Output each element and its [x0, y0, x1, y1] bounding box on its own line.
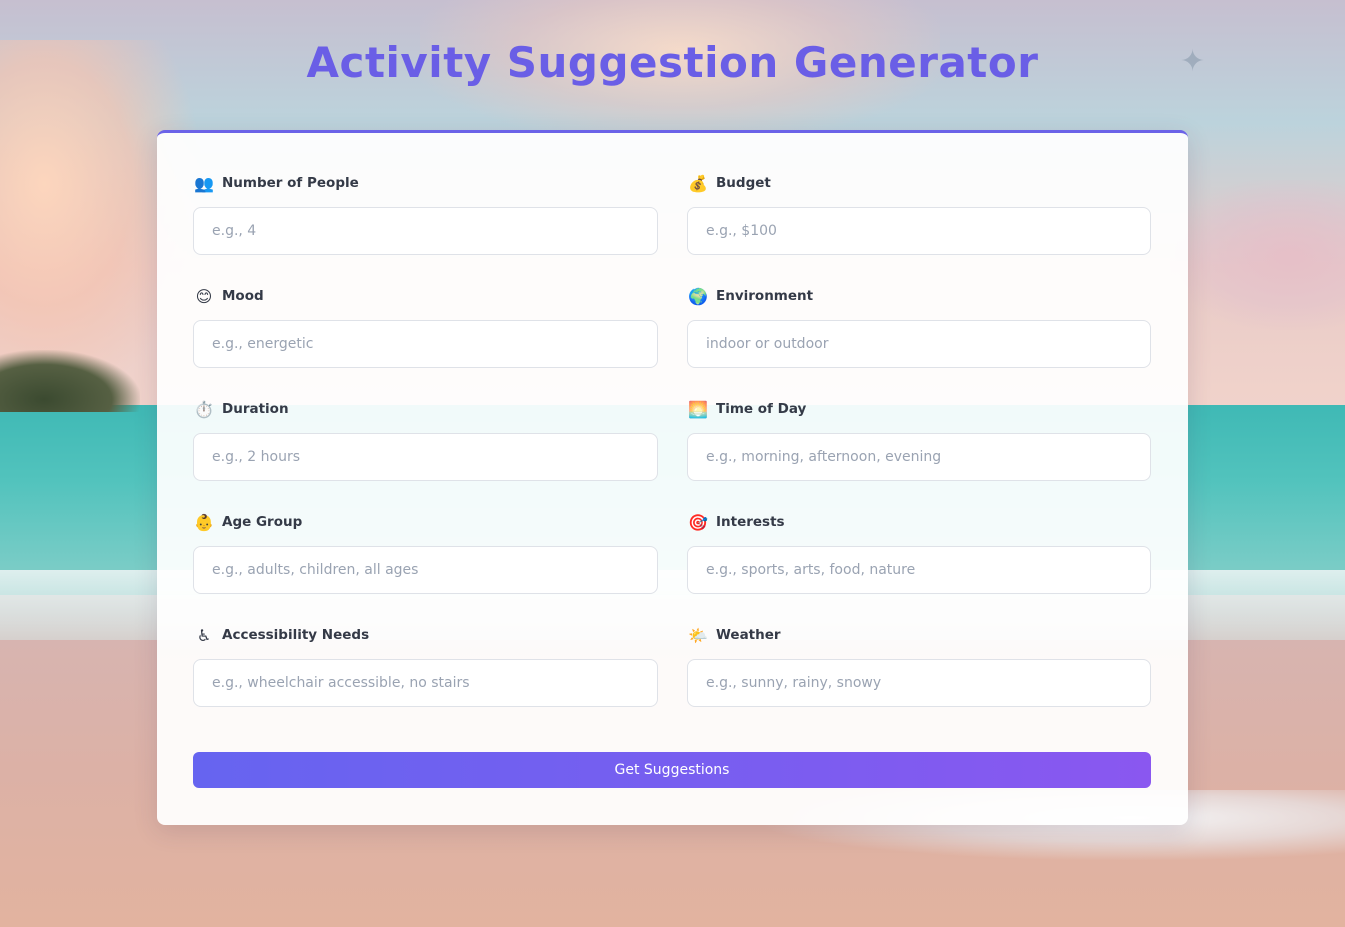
smiley-icon: 😊 [195, 286, 213, 306]
environment-input[interactable] [687, 320, 1151, 368]
field-label: Interests [716, 514, 785, 530]
money-bag-icon: 💰 [688, 173, 708, 193]
field-mood: 😊 Mood [193, 286, 658, 399]
accessibility-needs-input[interactable] [193, 659, 658, 707]
field-interests: 🎯 Interests [687, 512, 1151, 625]
budget-input[interactable] [687, 207, 1151, 255]
interests-input[interactable] [687, 546, 1151, 594]
field-label: Age Group [222, 514, 303, 530]
duration-input[interactable] [193, 433, 658, 481]
field-label: Weather [716, 627, 781, 643]
sunrise-icon: 🌅 [688, 399, 708, 419]
number-of-people-input[interactable] [193, 207, 658, 255]
baby-icon: 👶 [194, 512, 214, 532]
form-grid: 👥 Number of People 💰 Budget 😊 Mood 🌍 Env… [193, 173, 1151, 738]
field-time-of-day: 🌅 Time of Day [687, 399, 1151, 512]
get-suggestions-button[interactable]: Get Suggestions [193, 752, 1151, 788]
field-label: Accessibility Needs [222, 627, 370, 643]
field-label: Budget [716, 175, 771, 191]
people-icon: 👥 [194, 173, 214, 193]
target-icon: 🎯 [688, 512, 708, 532]
mood-input[interactable] [193, 320, 658, 368]
age-group-input[interactable] [193, 546, 658, 594]
time-of-day-input[interactable] [687, 433, 1151, 481]
field-weather: 🌤️ Weather [687, 625, 1151, 738]
sun-cloud-icon: 🌤️ [688, 625, 708, 645]
field-label: Number of People [222, 175, 359, 191]
activity-form-card: 👥 Number of People 💰 Budget 😊 Mood 🌍 Env… [157, 130, 1188, 825]
field-label: Duration [222, 401, 289, 417]
field-label: Mood [222, 288, 264, 304]
page-title: Activity Suggestion Generator [306, 38, 1039, 87]
field-age-group: 👶 Age Group [193, 512, 658, 625]
field-budget: 💰 Budget [687, 173, 1151, 286]
field-number-of-people: 👥 Number of People [193, 173, 658, 286]
globe-icon: 🌍 [688, 286, 708, 306]
field-label: Time of Day [716, 401, 807, 417]
wheelchair-icon: ♿ [196, 625, 212, 645]
weather-input[interactable] [687, 659, 1151, 707]
field-label: Environment [716, 288, 814, 304]
stopwatch-icon: ⏱️ [194, 399, 214, 419]
field-environment: 🌍 Environment [687, 286, 1151, 399]
field-duration: ⏱️ Duration [193, 399, 658, 512]
field-accessibility-needs: ♿ Accessibility Needs [193, 625, 658, 738]
